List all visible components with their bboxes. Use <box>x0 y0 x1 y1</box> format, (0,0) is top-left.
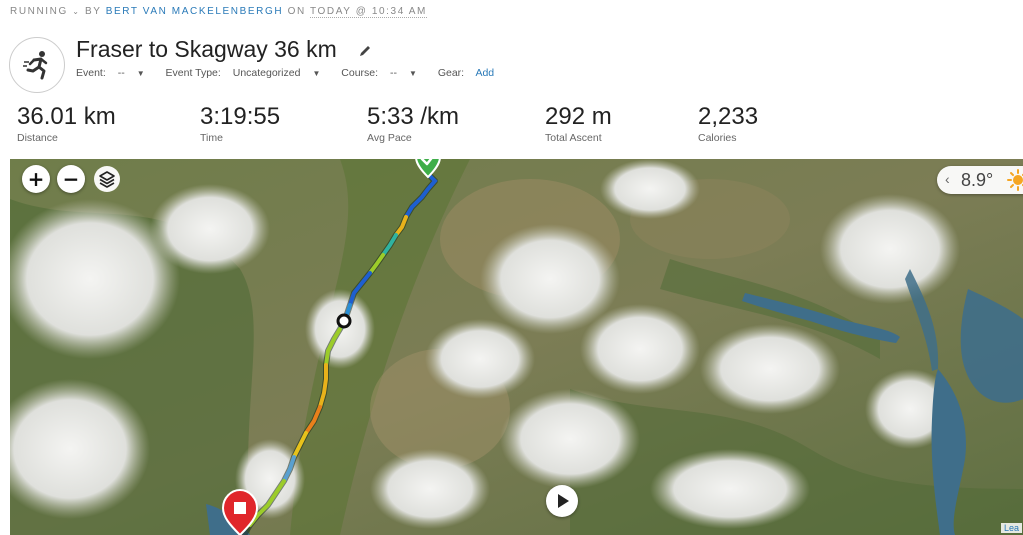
edit-pencil-icon[interactable] <box>358 44 372 58</box>
stat-total-ascent: 292 m Total Ascent <box>545 103 612 144</box>
stat-label: Calories <box>698 132 737 144</box>
chevron-down-icon: ⌄ <box>72 7 81 16</box>
stat-avg-pace: 5:33 /km Avg Pace <box>367 103 459 144</box>
activity-title[interactable]: Fraser to Skagway 36 km <box>76 36 337 63</box>
map-attribution-link[interactable]: Lea <box>1001 523 1023 533</box>
by-label: BY <box>84 6 102 17</box>
satellite-terrain[interactable] <box>10 159 1023 535</box>
activity-meta: Event: -- ▼ Event Type: Uncategorized ▼ Co… <box>76 67 503 79</box>
stat-distance: 36.01 km Distance <box>17 103 116 144</box>
activity-type-badge <box>9 37 65 93</box>
dropdown-arrow-icon: ▼ <box>136 69 145 78</box>
event-type-dropdown[interactable]: Event Type: Uncategorized ▼ <box>166 67 330 79</box>
sun-icon <box>1007 169 1023 191</box>
dropdown-arrow-icon: ▼ <box>312 69 321 78</box>
gear-field: Gear: Add <box>437 67 495 79</box>
play-icon <box>558 494 569 508</box>
athlete-link[interactable]: BERT VAN MACKELENBERGH <box>106 6 283 17</box>
weather-temperature: 8.9° <box>961 170 994 190</box>
breadcrumb: RUNNING ⌄ BY BERT VAN MACKELENBERGH ON T… <box>10 6 427 18</box>
event-dropdown[interactable]: Event: -- ▼ <box>76 67 154 79</box>
dropdown-arrow-icon: ▼ <box>408 69 417 78</box>
stat-value: 292 m <box>545 103 612 130</box>
play-flyby-button[interactable] <box>546 485 578 517</box>
map-layers-button[interactable] <box>94 166 120 197</box>
layers-icon <box>94 166 120 192</box>
stat-label: Avg Pace <box>367 132 412 144</box>
zoom-out-button[interactable]: − <box>57 165 85 193</box>
running-icon <box>23 51 48 80</box>
stat-value: 3:19:55 <box>200 103 281 130</box>
stat-value: 36.01 km <box>17 103 116 130</box>
stat-time: 3:19:55 Time <box>200 103 280 144</box>
stat-label: Time <box>200 132 223 144</box>
chevron-left-icon[interactable]: ‹ <box>945 171 950 187</box>
stat-value: 5:33 /km <box>367 103 460 130</box>
course-dropdown[interactable]: Course: -- ▼ <box>341 67 426 79</box>
add-gear-link[interactable]: Add <box>475 67 494 79</box>
weather-widget[interactable]: ‹ 8.9° <box>937 166 1023 194</box>
zoom-in-button[interactable]: + <box>22 165 50 193</box>
stat-label: Distance <box>17 132 58 144</box>
route-map[interactable]: + − ‹ 8.9° Lea <box>10 159 1023 535</box>
stat-value: 2,233 <box>698 103 759 130</box>
stat-label: Total Ascent <box>545 132 602 144</box>
stat-calories: 2,233 Calories <box>698 103 758 144</box>
activity-type-dropdown[interactable]: RUNNING ⌄ <box>10 6 81 17</box>
activity-time: TODAY @ 10:34 AM <box>309 6 427 18</box>
on-label: ON <box>287 6 306 17</box>
route-position-marker[interactable] <box>336 313 352 329</box>
